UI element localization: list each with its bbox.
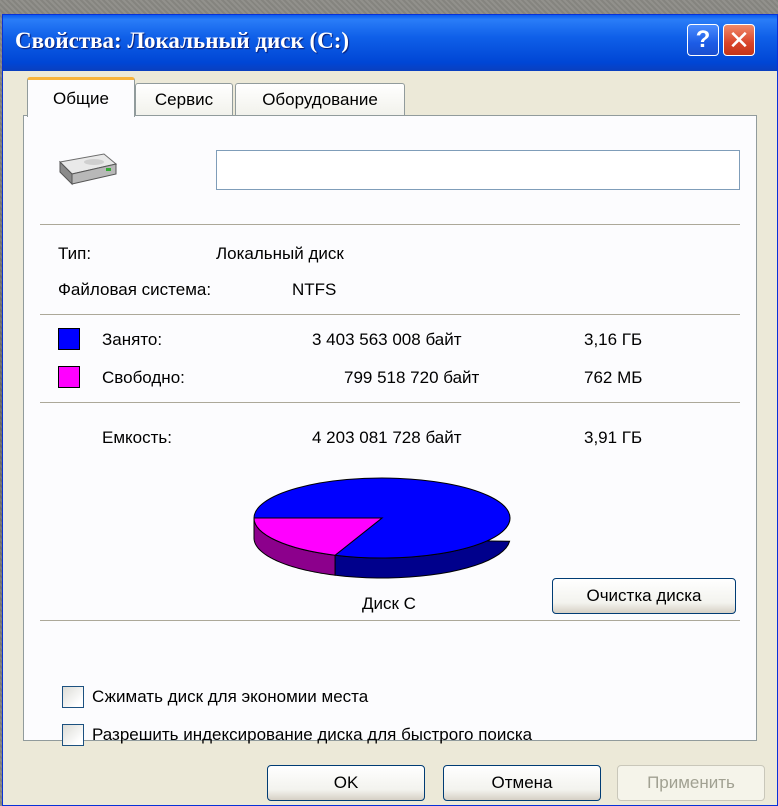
compress-checkbox[interactable] xyxy=(62,686,84,708)
help-icon: ? xyxy=(695,26,711,53)
capacity-bytes: 4 203 081 728 байт xyxy=(312,428,462,447)
tab-general-label: Общие xyxy=(53,88,109,108)
cancel-button[interactable]: Отмена xyxy=(443,765,601,801)
free-space-bytes: 799 518 720 байт xyxy=(344,368,480,387)
cancel-label: Отмена xyxy=(491,773,553,792)
tab-service[interactable]: Сервис xyxy=(135,83,233,115)
tab-hardware-label: Оборудование xyxy=(262,89,378,109)
disk-cleanup-label: Очистка диска xyxy=(586,586,702,605)
type-label: Тип: xyxy=(58,244,92,263)
apply-button[interactable]: Применить xyxy=(617,765,765,801)
free-space-size: 762 МБ xyxy=(584,368,643,387)
separator xyxy=(40,620,740,621)
disk-usage-pie-chart xyxy=(253,477,511,579)
index-checkbox[interactable] xyxy=(62,724,84,746)
filesystem-value: NTFS xyxy=(292,280,337,299)
hard-drive-icon xyxy=(58,153,118,186)
capacity-size: 3,91 ГБ xyxy=(584,428,643,447)
general-tab-panel: Тип: Локальный диск Файловая система: NT… xyxy=(23,115,757,746)
used-space-label: Занято: xyxy=(102,330,163,349)
filesystem-label: Файловая система: xyxy=(58,280,212,299)
title-bar[interactable]: Свойства: Локальный диск (C:) ? ✕ xyxy=(3,15,777,71)
ok-label: OK xyxy=(333,773,359,792)
used-space-size: 3,16 ГБ xyxy=(584,330,643,349)
ok-button[interactable]: OK xyxy=(267,765,425,801)
used-space-bytes: 3 403 563 008 байт xyxy=(312,330,462,349)
capacity-label: Емкость: xyxy=(102,428,172,447)
free-space-swatch xyxy=(58,366,80,388)
used-space-swatch xyxy=(58,328,80,350)
separator xyxy=(40,224,740,225)
compress-label[interactable]: Сжимать диск для экономии места xyxy=(92,687,368,707)
free-space-label: Свободно: xyxy=(102,368,185,387)
index-label[interactable]: Разрешить индексирование диска для быстр… xyxy=(92,725,532,745)
window-title: Свойства: Локальный диск (C:) xyxy=(15,28,350,53)
tab-hardware[interactable]: Оборудование xyxy=(235,83,405,115)
close-icon: ✕ xyxy=(728,24,750,55)
help-button[interactable]: ? xyxy=(687,24,719,56)
separator xyxy=(40,314,740,315)
disk-properties-window: Свойства: Локальный диск (C:) ? ✕ Общие … xyxy=(2,14,778,806)
apply-label: Применить xyxy=(647,773,735,792)
type-value: Локальный диск xyxy=(216,244,344,263)
separator xyxy=(40,402,740,403)
disk-caption: Диск C xyxy=(362,594,416,613)
tab-general[interactable]: Общие xyxy=(27,77,135,117)
disk-cleanup-button[interactable]: Очистка диска xyxy=(552,578,736,614)
tab-service-label: Сервис xyxy=(154,89,214,109)
disk-label-input[interactable] xyxy=(216,150,740,190)
close-button[interactable]: ✕ xyxy=(723,24,755,56)
